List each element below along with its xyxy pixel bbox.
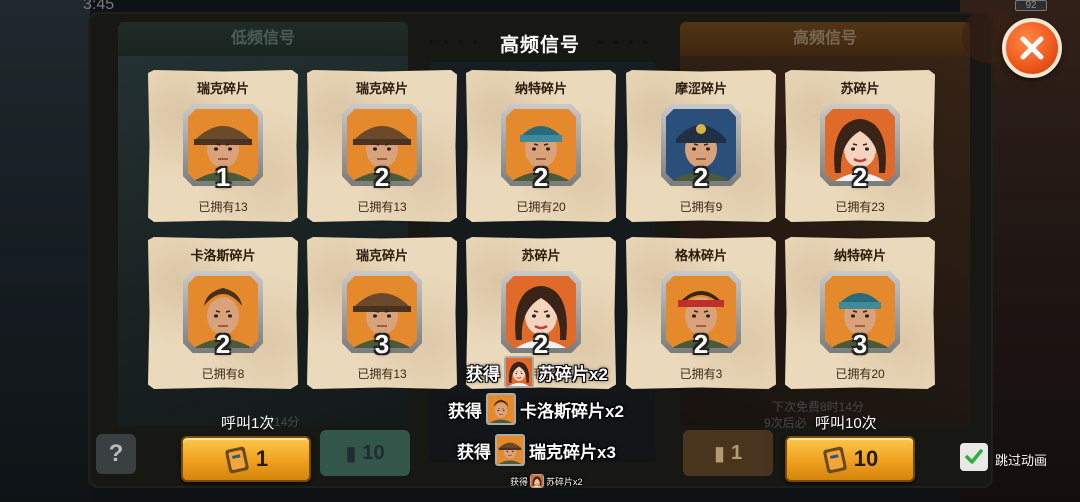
gain-prefix: 获得	[510, 476, 529, 487]
background-call-once-cost: 1	[730, 441, 743, 464]
checkmark-icon	[965, 449, 983, 464]
background-call-once-button: ▮ 1	[683, 430, 773, 476]
help-button[interactable]: ?	[96, 434, 136, 474]
gain-message-small: 获得 苏碎片x2	[510, 474, 583, 488]
su-portrait-icon	[530, 474, 545, 488]
carlos-portrait-icon	[486, 393, 516, 425]
card-title: 格林碎片	[674, 248, 727, 263]
ticket-icon: ▮	[713, 442, 725, 465]
card-title: 纳特碎片	[514, 81, 567, 96]
card-count: 2	[852, 162, 868, 192]
call-ten-label: 呼叫10次	[815, 415, 877, 432]
signal-ticket-icon	[225, 446, 249, 474]
rick-portrait-icon	[495, 434, 525, 466]
card-owned-count: 已拥有3	[679, 367, 723, 381]
card-title: 苏碎片	[840, 81, 880, 96]
gain-item-text: 苏碎片x2	[546, 476, 583, 487]
call-once-label: 呼叫1次	[221, 415, 275, 432]
card-owned-count: 已拥有9	[679, 200, 723, 214]
gain-prefix: 获得	[466, 364, 500, 384]
card-count: 2	[533, 162, 549, 192]
card-owned-count: 已拥有20	[516, 200, 566, 214]
reward-card[interactable]: 瑞克碎片 2 已拥有13	[307, 70, 457, 222]
title-decoration-right: ● ● ● ●	[598, 37, 652, 48]
reward-card[interactable]: 瑞克碎片 3 已拥有13	[307, 237, 457, 389]
card-owned-count: 已拥有23	[835, 200, 885, 214]
call-ten-cost: 10	[853, 446, 879, 471]
gain-item-text: 瑞克碎片x3	[529, 442, 616, 462]
card-title: 卡洛斯碎片	[190, 248, 256, 263]
card-count: 3	[852, 329, 868, 359]
ticket-icon: ▮	[345, 442, 357, 465]
gain-prefix: 获得	[448, 401, 482, 421]
call-ten-button[interactable]: 10	[785, 436, 915, 482]
card-title: 苏碎片	[521, 248, 561, 263]
card-title: 摩涩碎片	[674, 81, 727, 96]
skip-animation-checkbox[interactable]	[960, 443, 988, 471]
card-title: 纳特碎片	[833, 248, 886, 263]
card-title: 瑞克碎片	[196, 81, 249, 96]
reward-card[interactable]: 纳特碎片 2 已拥有20	[466, 70, 616, 222]
reward-card[interactable]: 摩涩碎片 2 已拥有9	[626, 70, 776, 222]
background-call-ten-button: ▮ 10	[320, 430, 410, 476]
card-owned-count: 已拥有20	[835, 367, 885, 381]
card-owned-count: 已拥有13	[357, 367, 407, 381]
card-owned-count: 已拥有8	[201, 367, 245, 381]
card-owned-count: 已拥有13	[357, 200, 407, 214]
card-title: 瑞克碎片	[355, 248, 408, 263]
signal-ticket-icon	[823, 446, 847, 474]
reward-card[interactable]: 纳特碎片 3 已拥有20	[785, 237, 935, 389]
card-count: 2	[215, 329, 231, 359]
close-button[interactable]	[1002, 18, 1062, 78]
reward-card[interactable]: 格林碎片 2 已拥有3	[626, 237, 776, 389]
card-count: 2	[374, 162, 390, 192]
gain-item-text: 苏碎片x2	[538, 364, 608, 384]
card-owned-count: 已拥有13	[198, 200, 248, 214]
reward-card[interactable]: 瑞克碎片 1 已拥有13	[148, 70, 298, 222]
gain-prefix: 获得	[457, 442, 491, 462]
card-count: 3	[374, 329, 390, 359]
gain-message: 获得 苏碎片x2	[466, 356, 608, 388]
gain-item-text: 卡洛斯碎片x2	[520, 401, 624, 421]
reward-card[interactable]: 卡洛斯碎片 2 已拥有8	[148, 237, 298, 389]
gain-message: 获得 卡洛斯碎片x2	[448, 393, 624, 425]
gain-message: 获得 瑞克碎片x3	[457, 434, 616, 466]
su-portrait-icon	[504, 356, 534, 388]
close-icon	[1020, 36, 1044, 60]
skip-animation-label: 跳过动画	[995, 453, 1048, 468]
card-title: 瑞克碎片	[355, 81, 408, 96]
call-once-button[interactable]: 1	[181, 436, 311, 482]
background-call-ten-cost: 10	[362, 441, 385, 464]
reward-card[interactable]: 苏碎片 2 已拥有23	[785, 70, 935, 222]
card-count: 2	[693, 162, 709, 192]
card-count: 2	[693, 329, 709, 359]
card-count: 1	[215, 162, 231, 192]
call-once-cost: 1	[255, 446, 269, 471]
